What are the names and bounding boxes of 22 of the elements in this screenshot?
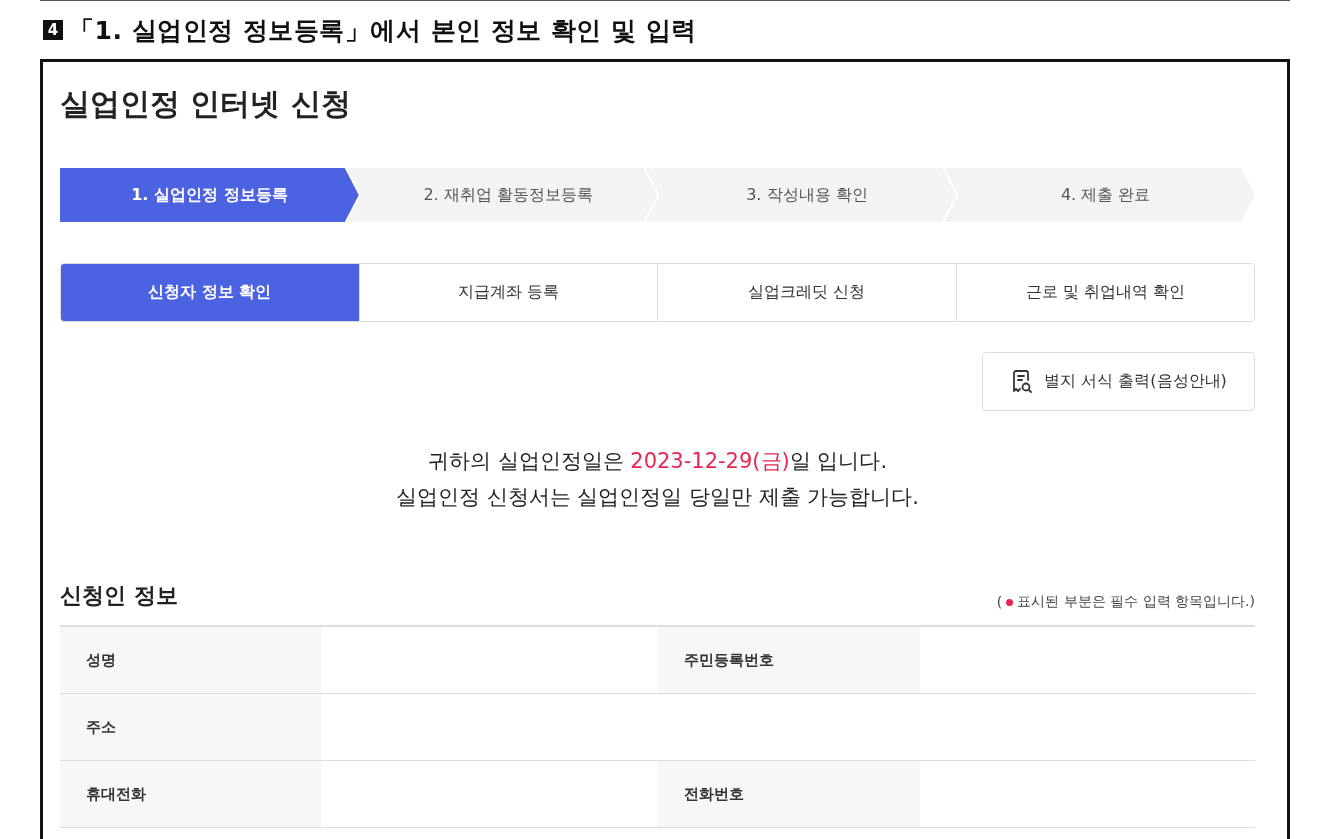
notice-text: 실업인정 신청서는 실업인정일 당일만 제출 가능합니다. [394, 484, 921, 511]
tab[interactable]: 근로 및 취업내역 확인 [955, 264, 1254, 321]
document-search-icon [1010, 368, 1035, 395]
number-badge: 4 [43, 20, 63, 40]
field-label: 휴대전화 [60, 761, 322, 827]
step-indicator[interactable]: 1. 실업인정 정보등록 [60, 168, 359, 222]
page-title: 실업인정 인터넷 신청 [60, 85, 352, 123]
required-dot-icon [1006, 598, 1014, 606]
field-label: 성명 [60, 627, 322, 693]
notice-text: 귀하의 실업인정일은 2023-12-29(금)일 입니다. [426, 448, 889, 475]
print-button[interactable]: 별지 서식 출력(음성안내) [982, 352, 1255, 411]
field-label: 주민등록번호 [658, 627, 920, 693]
step-indicator[interactable]: 4. 제출 완료 [944, 168, 1255, 222]
note-text: 표시된 부분은 필수 입력 항목입니다.) [1017, 593, 1255, 611]
note-text: ( [996, 594, 1003, 610]
section-title: 신청인 정보 [60, 582, 178, 610]
field-label: 전화번호 [658, 761, 920, 827]
step-indicator[interactable]: 2. 재취업 활동정보등록 [346, 168, 658, 222]
section-heading: 「1. 실업인정 정보등록」에서 본인 정보 확인 및 입력 [69, 14, 697, 47]
field-label: 주소 [60, 694, 322, 760]
tab[interactable]: 신청자 정보 확인 [61, 264, 359, 321]
step-indicator[interactable]: 3. 작성내용 확인 [645, 168, 957, 222]
